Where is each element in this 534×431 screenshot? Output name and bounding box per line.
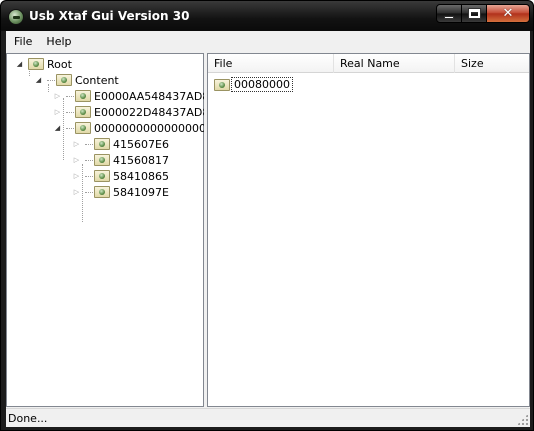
tree-connector — [85, 191, 93, 193]
folder-tree[interactable]: ◢ Root ◢ Content ▷ E0000AA548437AD8 ▷ E0… — [6, 53, 209, 407]
tree-node-label: E0000AA548437AD8 — [94, 89, 210, 103]
tree-node-label: 5841097E — [113, 185, 169, 199]
folder-icon — [75, 106, 91, 118]
tree-connector — [85, 159, 93, 161]
tree-node-label: E000022D48437AD8 — [94, 105, 210, 119]
status-text: Done... — [8, 412, 48, 425]
column-header-file[interactable]: File — [208, 54, 334, 73]
list-header: File Real Name Size — [208, 54, 529, 73]
tree-node-child[interactable]: ▷ 58410865 — [72, 168, 169, 184]
close-icon: ✕ — [502, 6, 514, 21]
minimize-button[interactable] — [436, 4, 462, 23]
title-bar[interactable]: Usb Xtaf Gui Version 30 ✕ — [1, 1, 533, 31]
xbox-app-icon[interactable] — [8, 9, 24, 25]
tree-node-root[interactable]: ◢ Root — [15, 56, 72, 72]
tree-node-child[interactable]: ▷ 41560817 — [72, 152, 169, 168]
file-list[interactable]: File Real Name Size 00080000 — [207, 53, 530, 407]
column-header-size[interactable]: Size — [455, 54, 529, 73]
menu-help[interactable]: Help — [39, 31, 78, 53]
folder-icon — [94, 138, 110, 150]
tree-node-item[interactable]: ◢ 0000000000000000 — [53, 120, 206, 136]
client-area: File Help ◢ Root ◢ Content ▷ E0000AA5484… — [6, 31, 530, 427]
minimize-icon — [444, 15, 454, 19]
tree-connector — [66, 95, 74, 97]
list-item[interactable]: 00080000 — [214, 76, 293, 93]
collapse-arrow-icon[interactable]: ◢ — [53, 124, 62, 133]
collapse-arrow-icon[interactable]: ◢ — [34, 76, 43, 85]
tree-connector — [66, 127, 74, 129]
tree-node-label: 0000000000000000 — [94, 121, 206, 135]
maximize-icon — [467, 8, 481, 19]
tree-node-label: 41560817 — [113, 153, 169, 167]
menu-file[interactable]: File — [6, 31, 39, 53]
expand-arrow-icon[interactable]: ▷ — [53, 108, 62, 117]
expand-arrow-icon[interactable]: ▷ — [72, 172, 81, 181]
tree-node-item[interactable]: ▷ E000022D48437AD8 — [53, 104, 210, 120]
column-header-real-name[interactable]: Real Name — [334, 54, 455, 73]
tree-node-child[interactable]: ▷ 5841097E — [72, 184, 169, 200]
expand-arrow-icon[interactable]: ▷ — [53, 92, 62, 101]
tree-node-child[interactable]: ▷ 415607E6 — [72, 136, 169, 152]
tree-node-item[interactable]: ▷ E0000AA548437AD8 — [53, 88, 210, 104]
folder-icon — [94, 154, 110, 166]
tree-node-label: Root — [47, 57, 72, 71]
folder-icon — [56, 74, 72, 86]
close-button[interactable]: ✕ — [486, 4, 530, 23]
expand-arrow-icon[interactable]: ▷ — [72, 156, 81, 165]
folder-icon — [94, 170, 110, 182]
resize-grip-icon[interactable] — [517, 414, 528, 425]
tree-connector — [85, 175, 93, 177]
status-bar: Done... — [6, 408, 530, 427]
maximize-button[interactable] — [461, 4, 487, 23]
folder-icon — [28, 58, 44, 70]
app-window: Usb Xtaf Gui Version 30 ✕ File Help ◢ Ro — [0, 0, 534, 431]
tree-node-label: 415607E6 — [113, 137, 169, 151]
tree-connector — [85, 143, 93, 145]
expand-arrow-icon[interactable]: ▷ — [72, 140, 81, 149]
tree-node-label: Content — [75, 73, 119, 87]
window-title: Usb Xtaf Gui Version 30 — [29, 9, 190, 23]
tree-node-content[interactable]: ◢ Content — [34, 72, 119, 88]
folder-icon — [75, 122, 91, 134]
folder-icon — [94, 186, 110, 198]
tree-node-label: 58410865 — [113, 169, 169, 183]
tree-connector — [66, 111, 74, 113]
tree-connector — [47, 79, 55, 81]
collapse-arrow-icon[interactable]: ◢ — [15, 60, 24, 69]
folder-icon — [214, 78, 230, 91]
menu-bar: File Help — [6, 31, 530, 53]
list-item-file-name: 00080000 — [231, 77, 293, 92]
expand-arrow-icon[interactable]: ▷ — [72, 188, 81, 197]
folder-icon — [75, 90, 91, 102]
